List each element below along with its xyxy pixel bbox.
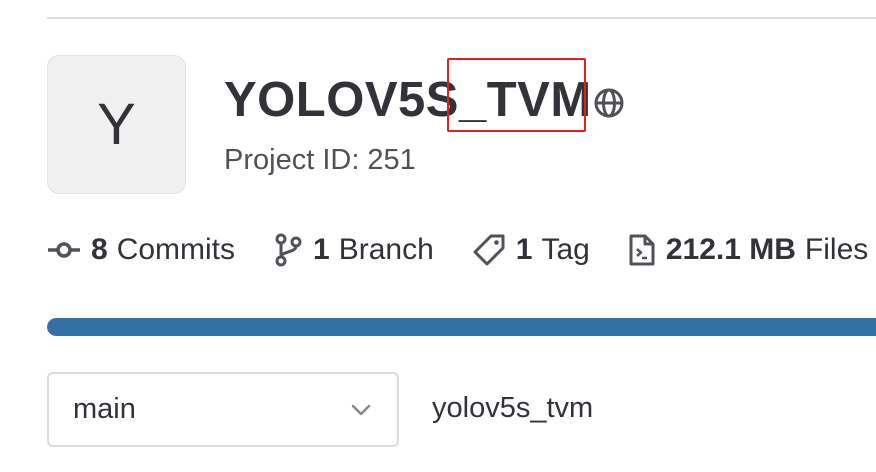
tag-icon bbox=[473, 234, 505, 266]
branch-icon bbox=[275, 233, 302, 267]
project-stats: 8 Commits 1 Branch 1 Tag 212.1 MB Files bbox=[47, 226, 876, 274]
project-id: Project ID: 251 bbox=[224, 144, 416, 176]
files-size: 212.1 MB bbox=[665, 233, 796, 266]
annotation-highlight-box bbox=[447, 58, 586, 132]
tags-label: Tag bbox=[541, 233, 590, 266]
commits-label: Commits bbox=[116, 233, 236, 266]
avatar-letter: Y bbox=[97, 92, 136, 157]
storage-usage-bar bbox=[47, 318, 876, 336]
repo-breadcrumb-root[interactable]: yolov5s_tvm bbox=[432, 392, 593, 425]
file-icon bbox=[629, 234, 655, 266]
tags-count: 1 bbox=[515, 233, 533, 266]
branch-selector[interactable]: main bbox=[47, 372, 399, 447]
globe-icon[interactable] bbox=[592, 86, 626, 120]
chevron-down-icon bbox=[351, 404, 371, 415]
project-avatar: Y bbox=[47, 55, 186, 194]
branches-label: Branch bbox=[338, 233, 434, 266]
branches-count: 1 bbox=[313, 233, 330, 266]
commits-link[interactable]: 8 Commits bbox=[47, 233, 235, 267]
commit-icon bbox=[48, 242, 80, 258]
top-divider bbox=[47, 17, 876, 19]
files-link[interactable]: 212.1 MB Files bbox=[628, 233, 868, 267]
tags-link[interactable]: 1 Tag bbox=[472, 233, 590, 267]
branches-link[interactable]: 1 Branch bbox=[273, 233, 434, 267]
branch-selected: main bbox=[73, 393, 136, 425]
commits-count: 8 bbox=[91, 233, 108, 266]
storage-usage-fill bbox=[47, 318, 876, 336]
files-label: Files bbox=[804, 233, 869, 266]
